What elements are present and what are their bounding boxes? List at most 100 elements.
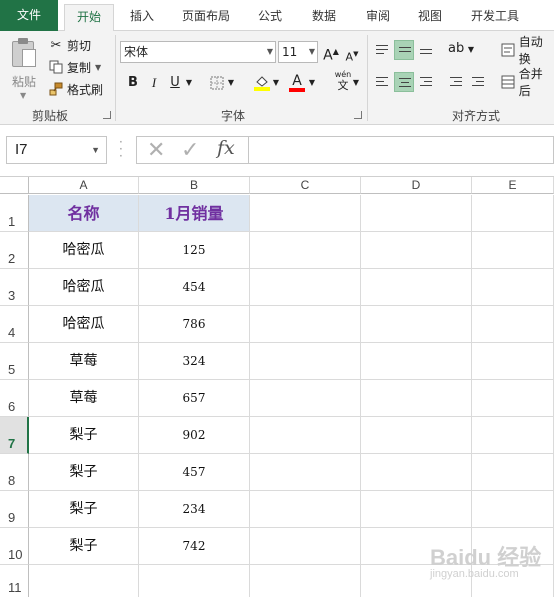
tab-view[interactable]: 视图 (410, 4, 450, 31)
merge-center-button[interactable]: 合并后 (500, 67, 554, 98)
name-box[interactable]: I7 ▼ (6, 136, 107, 164)
cell-e7[interactable] (472, 417, 554, 454)
cell-a3[interactable]: 哈密瓜 (29, 269, 139, 306)
cell-b10[interactable]: 742 (139, 528, 250, 565)
align-middle-button[interactable] (394, 40, 414, 60)
cell-c3[interactable] (250, 269, 361, 306)
row-header-9[interactable]: 9 (0, 491, 29, 528)
tab-developer[interactable]: 开发工具 (462, 4, 528, 31)
cell-e9[interactable] (472, 491, 554, 528)
cell-d5[interactable] (361, 343, 472, 380)
align-right-button[interactable] (416, 72, 436, 92)
chevron-down-icon[interactable]: ▼ (91, 137, 100, 163)
tab-page-layout[interactable]: 页面布局 (176, 4, 236, 31)
cell-e8[interactable] (472, 454, 554, 491)
cell-a10[interactable]: 梨子 (29, 528, 139, 565)
row-header-5[interactable]: 5 (0, 343, 29, 380)
cell-b1[interactable]: 1月销量 (139, 195, 250, 232)
font-size-dropdown[interactable]: 11 ▼ (278, 41, 318, 63)
row-header-11[interactable]: 11 (0, 565, 29, 597)
cell-c1[interactable] (250, 195, 361, 232)
cell-c4[interactable] (250, 306, 361, 343)
column-header-e[interactable]: E (472, 177, 554, 194)
orientation-button[interactable]: ab (446, 40, 466, 60)
underline-dropdown-icon[interactable]: ▼ (184, 73, 194, 93)
row-header-8[interactable]: 8 (0, 454, 29, 491)
cell-a11[interactable] (29, 565, 139, 597)
row-header-2[interactable]: 2 (0, 232, 29, 269)
column-header-a[interactable]: A (29, 177, 139, 194)
cell-e5[interactable] (472, 343, 554, 380)
cell-c2[interactable] (250, 232, 361, 269)
formula-bar-grip-icon[interactable]: · · · (119, 136, 123, 162)
cell-b11[interactable] (139, 565, 250, 597)
paste-button[interactable]: 粘贴 ▼ (6, 37, 42, 103)
decrease-indent-button[interactable] (446, 72, 466, 92)
cell-b5[interactable]: 324 (139, 343, 250, 380)
cell-a1[interactable]: 名称 (29, 195, 139, 232)
clipboard-dialog-launcher[interactable] (103, 111, 111, 119)
copy-button[interactable]: 复制 ▼ (48, 57, 101, 77)
cell-d8[interactable] (361, 454, 472, 491)
cell-c6[interactable] (250, 380, 361, 417)
cell-e6[interactable] (472, 380, 554, 417)
cell-c7[interactable] (250, 417, 361, 454)
cell-a6[interactable]: 草莓 (29, 380, 139, 417)
font-color-button[interactable]: A (288, 71, 306, 93)
cell-b9[interactable]: 234 (139, 491, 250, 528)
cell-a5[interactable]: 草莓 (29, 343, 139, 380)
cell-d9[interactable] (361, 491, 472, 528)
cell-c5[interactable] (250, 343, 361, 380)
column-header-d[interactable]: D (361, 177, 472, 194)
cell-d6[interactable] (361, 380, 472, 417)
cell-d2[interactable] (361, 232, 472, 269)
row-header-1[interactable]: 1 (0, 195, 29, 232)
cell-a7[interactable]: 梨子 (29, 417, 139, 454)
orientation-dropdown-icon[interactable]: ▼ (466, 40, 476, 60)
tab-insert[interactable]: 插入 (120, 4, 164, 31)
tab-home[interactable]: 开始 (64, 4, 114, 32)
fill-color-dropdown-icon[interactable]: ▼ (271, 73, 281, 93)
cancel-icon[interactable]: ✕ (147, 138, 165, 163)
tab-data[interactable]: 数据 (304, 4, 344, 31)
cell-b6[interactable]: 657 (139, 380, 250, 417)
align-left-button[interactable] (372, 72, 392, 92)
cell-d1[interactable] (361, 195, 472, 232)
row-header-7[interactable]: 7 (0, 417, 29, 454)
cell-a2[interactable]: 哈密瓜 (29, 232, 139, 269)
copy-dropdown-icon[interactable]: ▼ (95, 63, 101, 72)
cell-b4[interactable]: 786 (139, 306, 250, 343)
row-header-10[interactable]: 10 (0, 528, 29, 565)
font-name-dropdown[interactable]: 宋体 ▼ (120, 41, 276, 63)
font-color-dropdown-icon[interactable]: ▼ (307, 73, 317, 93)
cell-e3[interactable] (472, 269, 554, 306)
increase-indent-button[interactable] (468, 72, 488, 92)
row-header-3[interactable]: 3 (0, 269, 29, 306)
tab-formulas[interactable]: 公式 (250, 4, 290, 31)
cell-b2[interactable]: 125 (139, 232, 250, 269)
format-painter-button[interactable]: 格式刷 (48, 79, 103, 99)
cell-b3[interactable]: 454 (139, 269, 250, 306)
paste-dropdown-icon[interactable]: ▼ (20, 91, 26, 100)
align-bottom-button[interactable] (416, 40, 436, 60)
cell-e4[interactable] (472, 306, 554, 343)
cell-a9[interactable]: 梨子 (29, 491, 139, 528)
font-dialog-launcher[interactable] (354, 111, 362, 119)
cut-button[interactable]: ✂ 剪切 (48, 35, 91, 55)
tab-file[interactable]: 文件 (0, 0, 58, 31)
row-header-6[interactable]: 6 (0, 380, 29, 417)
worksheet-grid[interactable]: A B C D E 1 名称 1月销量 2 哈密瓜 125 3 哈密瓜 454 4 哈密瓜 786 5 草莓 324 6… (0, 176, 554, 597)
cell-c8[interactable] (250, 454, 361, 491)
wrap-text-button[interactable]: 自动换 (500, 35, 554, 66)
column-header-b[interactable]: B (139, 177, 250, 194)
cell-a8[interactable]: 梨子 (29, 454, 139, 491)
cell-c11[interactable] (250, 565, 361, 597)
tab-review[interactable]: 审阅 (358, 4, 398, 31)
italic-button[interactable]: I (145, 73, 163, 93)
enter-check-icon[interactable]: ✓ (181, 138, 199, 163)
cell-e1[interactable] (472, 195, 554, 232)
cell-c9[interactable] (250, 491, 361, 528)
column-header-c[interactable]: C (250, 177, 361, 194)
shrink-font-button[interactable]: A▼ (343, 44, 361, 64)
underline-button[interactable]: U (166, 73, 184, 93)
